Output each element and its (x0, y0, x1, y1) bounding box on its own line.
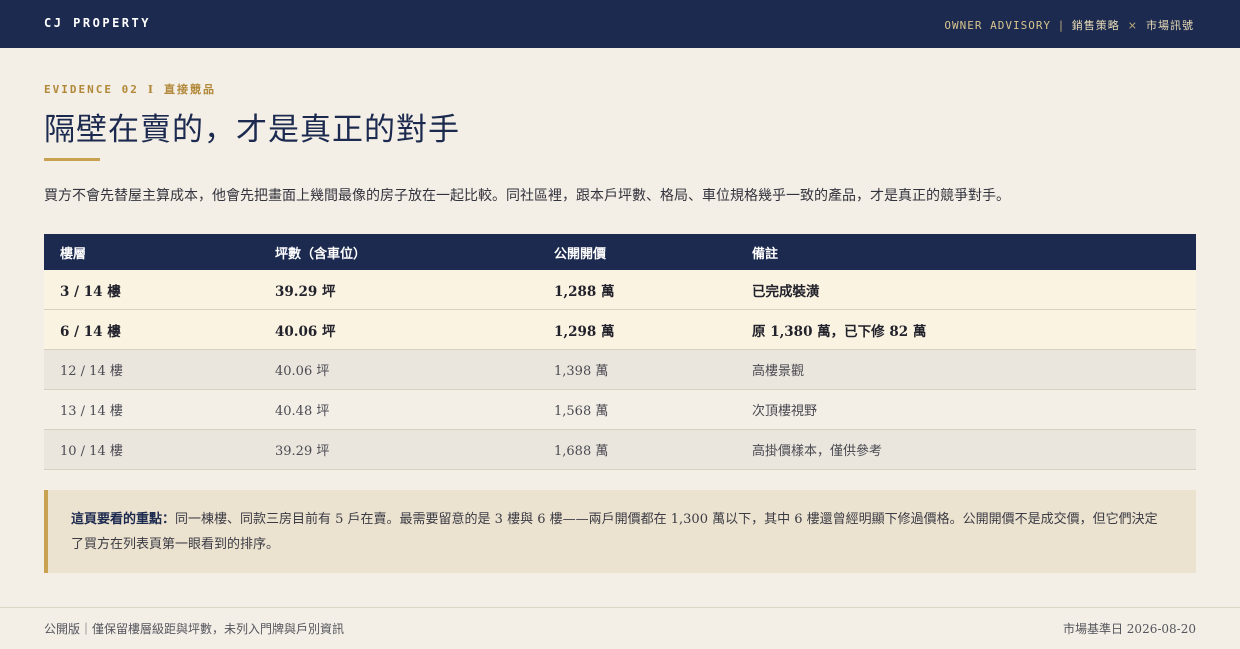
brand-logo-text: CJ PROPERTY (44, 16, 151, 30)
advisory-tagline: OWNER ADVISORY | 銷售策略 × 市場訊號 (944, 17, 1194, 33)
cell-ping: 40.06 坪 (259, 349, 538, 390)
table-header-row: 樓層 坪數（含車位） 公開開價 備註 (44, 234, 1196, 270)
footer-market-date: 市場基準日 2026-08-20 (1062, 622, 1196, 636)
section-eyebrow: EVIDENCE 02 I 直接競品 (44, 81, 216, 97)
table-row-highlighted: 3 / 14 樓 39.29 坪 1,288 萬 已完成裝潢 (44, 270, 1196, 310)
advisory-divider: | (1059, 19, 1064, 32)
cell-price: 1,688 萬 (538, 429, 736, 470)
cell-price: 1,568 萬 (538, 389, 736, 430)
table-row: 12 / 14 樓 40.06 坪 1,398 萬 高樓景觀 (44, 349, 1196, 390)
footer-divider (0, 607, 1240, 608)
cell-floor: 12 / 14 樓 (44, 349, 259, 390)
footer-disclaimer: 公開版｜僅保留樓層級距與坪數，未列入門牌與戶別資訊 (44, 622, 345, 636)
column-header-note: 備註 (736, 234, 1196, 270)
callout-body: 同一棟樓、同款三房目前有 5 戶在賣。最需要留意的是 3 樓與 6 樓——兩戶開… (71, 512, 1158, 552)
cell-note: 已完成裝潢 (736, 270, 1196, 310)
column-header-ping: 坪數（含車位） (259, 234, 538, 270)
competitor-table: 樓層 坪數（含車位） 公開開價 備註 3 / 14 樓 39.29 坪 1,28… (44, 234, 1196, 470)
cell-note: 高樓景觀 (736, 349, 1196, 390)
cell-note: 高掛價樣本，僅供參考 (736, 429, 1196, 470)
advisory-times: × (1127, 19, 1138, 32)
eyebrow-evidence-label: EVIDENCE 02 (44, 83, 139, 96)
cell-price: 1,298 萬 (538, 309, 736, 350)
cell-floor: 13 / 14 樓 (44, 389, 259, 430)
cell-floor: 10 / 14 樓 (44, 429, 259, 470)
advisory-market-label: 市場訊號 (1146, 19, 1194, 32)
cell-note: 次頂樓視野 (736, 389, 1196, 430)
eyebrow-topic: 直接競品 (164, 83, 217, 96)
intro-paragraph: 買方不會先替屋主算成本，他會先把畫面上幾間最像的房子放在一起比較。同社區裡，跟本… (44, 188, 1010, 204)
table-row-highlighted: 6 / 14 樓 40.06 坪 1,298 萬 原 1,380 萬，已下修 8… (44, 309, 1196, 350)
column-header-floor: 樓層 (44, 234, 259, 270)
table-row: 13 / 14 樓 40.48 坪 1,568 萬 次頂樓視野 (44, 389, 1196, 430)
page-title: 隔壁在賣的，才是真正的對手 (44, 112, 460, 148)
top-bar: CJ PROPERTY OWNER ADVISORY | 銷售策略 × 市場訊號 (0, 0, 1240, 48)
cell-price: 1,398 萬 (538, 349, 736, 390)
cell-ping: 40.06 坪 (259, 309, 538, 350)
cell-floor: 3 / 14 樓 (44, 270, 259, 310)
cell-floor: 6 / 14 樓 (44, 309, 259, 350)
advisory-en-label: OWNER ADVISORY (944, 19, 1052, 32)
cell-ping: 39.29 坪 (259, 270, 538, 310)
key-point-callout: 這頁要看的重點：同一棟樓、同款三房目前有 5 戶在賣。最需要留意的是 3 樓與 … (44, 490, 1196, 573)
table-row: 10 / 14 樓 39.29 坪 1,688 萬 高掛價樣本，僅供參考 (44, 429, 1196, 470)
cell-price: 1,288 萬 (538, 270, 736, 310)
callout-lead: 這頁要看的重點： (71, 512, 176, 527)
advisory-sales-label: 銷售策略 (1071, 19, 1120, 32)
title-underline (44, 158, 100, 161)
eyebrow-divider: I (147, 83, 156, 96)
cell-note: 原 1,380 萬，已下修 82 萬 (736, 309, 1196, 350)
cell-ping: 39.29 坪 (259, 429, 538, 470)
column-header-price: 公開開價 (538, 234, 736, 270)
cell-ping: 40.48 坪 (259, 389, 538, 430)
